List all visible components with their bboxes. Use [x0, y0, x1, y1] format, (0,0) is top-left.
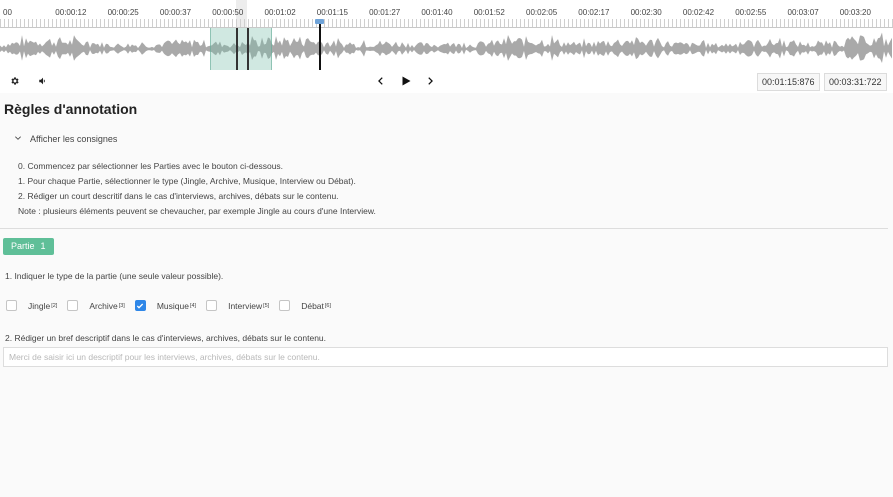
instruction-line: 1. Pour chaque Partie, sélectionner le t… — [18, 176, 356, 186]
waveform[interactable] — [0, 28, 893, 70]
description-input[interactable] — [3, 347, 888, 367]
checkbox[interactable] — [134, 300, 146, 311]
type-option-interview[interactable]: Interview [5] — [206, 300, 269, 311]
type-label: Jingle — [28, 300, 51, 311]
timeline-tick-label: 00:01:40 — [421, 8, 453, 17]
divider — [0, 228, 888, 229]
selected-region[interactable] — [210, 28, 272, 70]
type-label: Débat — [301, 300, 324, 311]
timeline-tick-label: 00:01:27 — [369, 8, 401, 17]
timeline-tick-label: 00:02:05 — [526, 8, 558, 17]
region-marker[interactable] — [247, 28, 249, 70]
shortcut-key: [6] — [324, 302, 332, 309]
type-label: Archive — [89, 300, 118, 311]
total-time-display: 00:03:31:722 — [824, 73, 887, 91]
question-type: 1. Indiquer le type de la partie (une se… — [5, 271, 224, 281]
waveform-path — [0, 32, 892, 63]
instructions-list: 0. Commencez par sélectionner les Partie… — [18, 159, 376, 219]
speaker-icon[interactable] — [36, 74, 50, 88]
check-icon — [137, 303, 144, 309]
timeline-tick-label: 00:03:07 — [787, 8, 819, 17]
page-title: Règles d'annotation — [4, 101, 138, 117]
shortcut-key: [3] — [118, 302, 125, 309]
instructions-toggle-label: Afficher les consignes — [30, 134, 118, 144]
type-label: Interview — [228, 300, 263, 311]
checkbox[interactable] — [6, 300, 17, 311]
timeline-tick-label: 00:00:12 — [55, 8, 87, 17]
timeline-tick-label: 00:02:42 — [682, 8, 715, 17]
type-option-archive[interactable]: Archive [3] — [67, 300, 125, 311]
play-icon[interactable] — [399, 74, 413, 88]
timeline-tick-label: 00:02:55 — [735, 8, 767, 17]
timeline-tick-label: 00:03:20 — [839, 8, 871, 17]
playhead[interactable] — [319, 22, 321, 70]
question-description: 2. Rédiger un bref descriptif dans le ca… — [5, 333, 327, 343]
type-option-debat[interactable]: Débat [6] — [279, 300, 331, 311]
chevron-left-icon[interactable] — [374, 74, 388, 88]
region-marker[interactable] — [236, 28, 238, 70]
type-label: Musique — [156, 300, 189, 311]
timeline-tick-label: 00:02:30 — [630, 8, 662, 17]
timeline[interactable]: 00 00:00:12 00:00:25 00:00:37 00:00:50 00:01:… — [0, 0, 893, 28]
instruction-line: 0. Commencez par sélectionner les Partie… — [18, 161, 284, 171]
part-button[interactable]: Partie 1 — [3, 238, 54, 255]
checkbox[interactable] — [67, 300, 79, 311]
shortcut-key: [5] — [263, 302, 270, 309]
player-controls: 00:01:15:876 00:03:31:722 — [0, 70, 893, 93]
type-option-jingle[interactable]: Jingle [2] — [6, 300, 57, 311]
timeline-tick-label: 00:00:37 — [159, 8, 192, 17]
part-number: 1 — [40, 241, 46, 251]
checkbox[interactable] — [206, 300, 218, 311]
timeline-tick-label: 00:01:15 — [316, 8, 348, 17]
chevron-right-icon[interactable] — [423, 74, 437, 88]
timeline-tick-label: 00:02:17 — [578, 8, 610, 17]
timeline-tick-label: 00 — [3, 8, 12, 17]
part-label: Partie — [11, 241, 35, 251]
playhead-handle[interactable] — [315, 19, 324, 24]
timeline-tick-label: 00:01:02 — [264, 8, 296, 17]
instruction-line: 2. Rédiger un court descritif dans le ca… — [18, 191, 339, 201]
timeline-ruler — [0, 19, 893, 28]
shortcut-key: [2] — [51, 302, 58, 309]
instructions-toggle[interactable]: Afficher les consignes — [14, 134, 117, 144]
audio-player: 00 00:00:12 00:00:25 00:00:37 00:00:50 00:01:… — [0, 0, 893, 93]
gear-icon[interactable] — [8, 74, 22, 88]
shortcut-key: [4] — [189, 302, 197, 309]
current-time-display: 00:01:15:876 — [757, 73, 820, 91]
timeline-tick-label: 00:01:52 — [473, 8, 505, 17]
checkbox[interactable] — [279, 300, 291, 311]
chevron-down-icon — [14, 134, 22, 144]
instruction-line: Note : plusieurs éléments peuvent se che… — [18, 206, 376, 216]
type-option-musique[interactable]: Musique [4] — [134, 300, 197, 311]
timeline-tick-label: 00:00:25 — [107, 8, 139, 17]
timeline-tick-label: 00:00:50 — [212, 8, 244, 17]
type-options: Jingle [2] Archive [3] Musique [4] Intervie… — [6, 300, 341, 311]
